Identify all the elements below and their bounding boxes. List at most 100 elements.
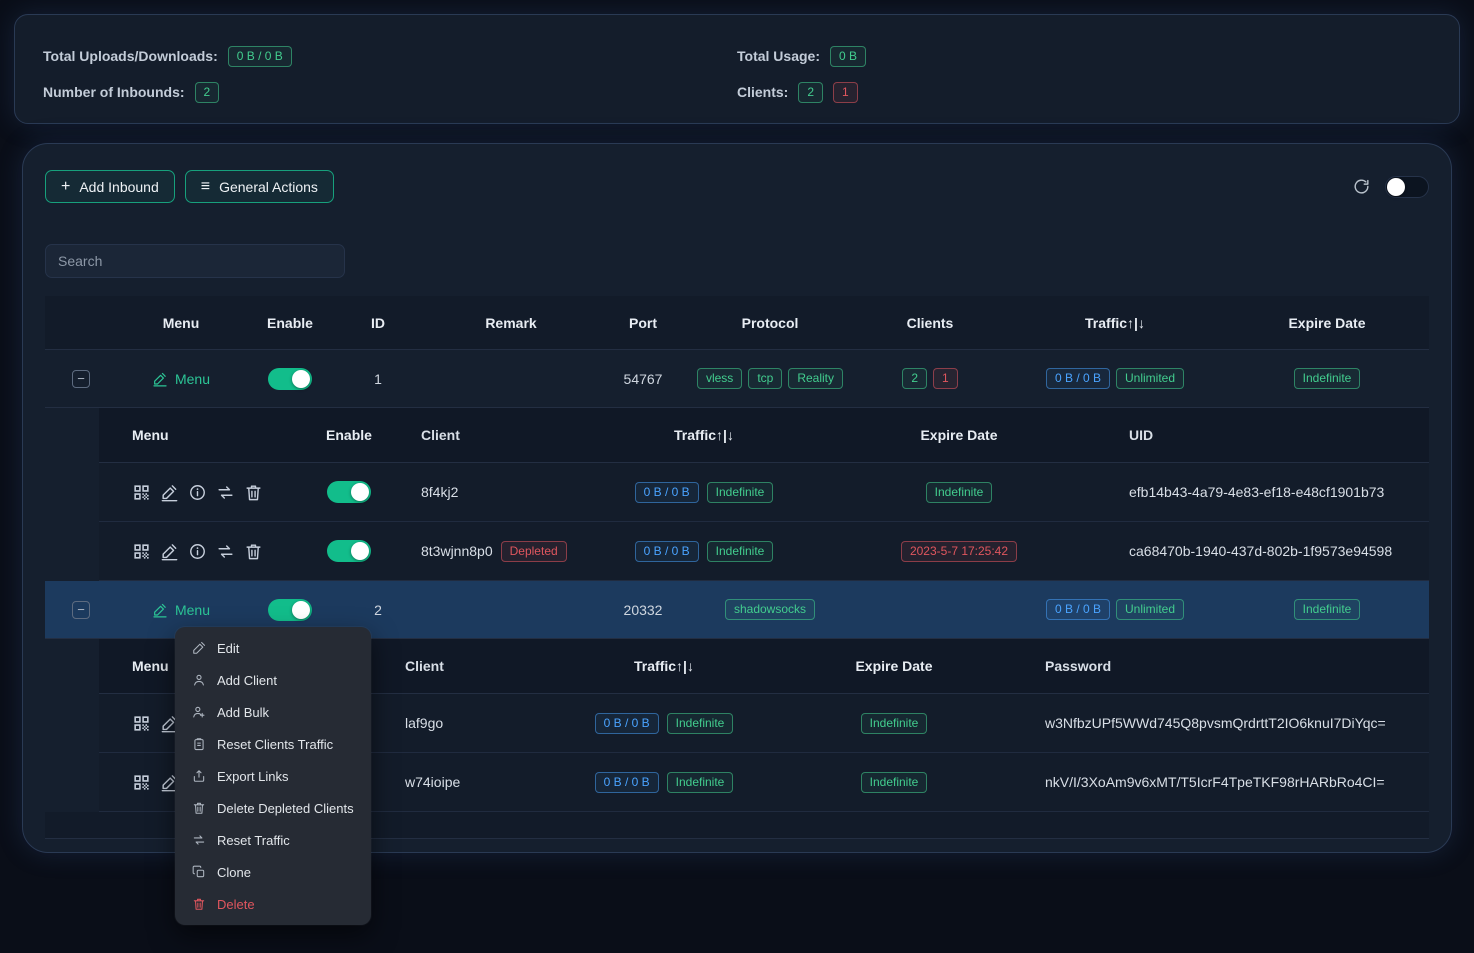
stat-usage-label: Total Usage: xyxy=(737,48,820,64)
expire-badge: Indefinite xyxy=(861,713,928,734)
toggle-knob xyxy=(1387,178,1405,196)
context-menu-label: Clone xyxy=(217,865,251,880)
inbound-2-port: 20332 xyxy=(601,581,685,638)
context-menu-item-delete[interactable]: Delete xyxy=(175,888,371,920)
depleted-badge: Depleted xyxy=(501,541,567,562)
col-clients: Clients xyxy=(855,296,1005,349)
client-expire: 2023-5-7 17:25:42 xyxy=(829,522,1089,580)
col-expire-date: Expire Date xyxy=(779,639,1009,693)
col-traffic-sort[interactable]: Traffic↑|↓ xyxy=(1005,296,1225,349)
traffic-badge: 0 B / 0 B xyxy=(595,713,659,734)
list-lines-icon: ≡ xyxy=(201,179,210,195)
delete-client-icon[interactable] xyxy=(244,483,263,502)
stats-card: Total Uploads/Downloads: 0 B / 0 B Total… xyxy=(14,14,1460,124)
add-inbound-button[interactable]: + Add Inbound xyxy=(45,170,175,203)
client-password: nkV/I/3XoAm9v6xMT/T5IcrF4TpeTKF98rHARbRo… xyxy=(1009,753,1429,811)
context-menu-item-export-links[interactable]: Export Links xyxy=(175,760,371,792)
client-name: 8f4kj2 xyxy=(399,463,579,521)
reset-traffic-icon[interactable] xyxy=(216,542,235,561)
col-id: ID xyxy=(335,296,421,349)
inbound-context-menu: Edit Add Client Add Bulk Reset Clients T… xyxy=(175,627,371,925)
edit-pencil-icon xyxy=(152,602,168,618)
client-name: w74ioipe xyxy=(389,753,549,811)
col-enable: Enable xyxy=(299,408,399,462)
inbound-1-clients-subtable: Menu Enable Client Traffic↑|↓ Expire Dat… xyxy=(45,408,1429,581)
swap-arrows-icon xyxy=(192,833,206,847)
col-remark: Remark xyxy=(421,296,601,349)
delete-client-icon[interactable] xyxy=(244,542,263,561)
stat-inbounds-value-badge: 2 xyxy=(195,82,220,103)
inbound-2-expire: Indefinite xyxy=(1225,581,1429,638)
protocol-badge: shadowsocks xyxy=(725,599,815,620)
context-menu-label: Add Client xyxy=(217,673,277,688)
reset-traffic-icon[interactable] xyxy=(216,483,235,502)
clients-active-badge: 2 xyxy=(902,368,927,389)
context-menu-item-add-bulk[interactable]: Add Bulk xyxy=(175,696,371,728)
protocol-badge: tcp xyxy=(748,368,782,389)
edit-client-icon[interactable] xyxy=(160,542,179,561)
qrcode-icon[interactable] xyxy=(132,542,151,561)
stat-total-usage: Total Usage: 0 B xyxy=(737,43,1431,69)
client-uid: ca68470b-1940-437d-802b-1f9573e94598 xyxy=(1089,522,1429,580)
client-enable-toggle[interactable] xyxy=(327,540,371,562)
inbound-1-port: 54767 xyxy=(601,350,685,407)
context-menu-item-edit[interactable]: Edit xyxy=(175,632,371,664)
col-expand xyxy=(45,296,117,349)
toggle-knob xyxy=(351,483,369,501)
inbound-1-enable-toggle[interactable] xyxy=(268,368,312,390)
traffic-badge: 0 B / 0 B xyxy=(1046,368,1110,389)
context-menu-item-reset-traffic[interactable]: Reset Traffic xyxy=(175,824,371,856)
traffic-limit-badge: Indefinite xyxy=(707,482,774,503)
protocol-badge: vless xyxy=(697,368,742,389)
context-menu-label: Delete Depleted Clients xyxy=(217,801,354,816)
info-icon[interactable] xyxy=(188,483,207,502)
col-uid: UID xyxy=(1089,408,1429,462)
search-input[interactable] xyxy=(45,244,345,278)
info-icon[interactable] xyxy=(188,542,207,561)
export-icon xyxy=(192,769,206,783)
theme-toggle[interactable] xyxy=(1385,176,1429,198)
context-menu-item-reset-clients-traffic[interactable]: Reset Clients Traffic xyxy=(175,728,371,760)
inbound-2-enable-toggle[interactable] xyxy=(268,599,312,621)
edit-client-icon[interactable] xyxy=(160,483,179,502)
general-actions-button[interactable]: ≡ General Actions xyxy=(185,170,334,203)
context-menu-item-delete-depleted-clients[interactable]: Delete Depleted Clients xyxy=(175,792,371,824)
expire-badge: Indefinite xyxy=(861,772,928,793)
col-traffic-sort[interactable]: Traffic↑|↓ xyxy=(549,639,779,693)
inbound-2-menu-button[interactable]: Menu xyxy=(152,602,210,618)
qrcode-icon[interactable] xyxy=(132,714,151,733)
client-name: 8t3wjnn8p0 xyxy=(421,543,493,559)
add-inbound-label: Add Inbound xyxy=(79,179,158,195)
stat-inbounds-label: Number of Inbounds: xyxy=(43,84,185,100)
col-menu: Menu xyxy=(99,408,299,462)
inbound-1-menu-button[interactable]: Menu xyxy=(152,371,210,387)
col-password: Password xyxy=(1009,639,1429,693)
context-menu-item-add-client[interactable]: Add Client xyxy=(175,664,371,696)
stat-usage-value-badge: 0 B xyxy=(830,46,866,67)
context-menu-label: Add Bulk xyxy=(217,705,269,720)
client-row-8t3wjnn8p0: 8t3wjnn8p0 Depleted 0 B / 0 B Indefinite… xyxy=(99,522,1429,581)
collapse-inbound-2-button[interactable]: − xyxy=(72,601,90,619)
stat-clients-depleted-badge: 1 xyxy=(833,82,858,103)
inbound-1-clients: 2 1 xyxy=(855,350,1005,407)
toolbar: + Add Inbound ≡ General Actions xyxy=(45,170,1429,203)
copy-icon xyxy=(192,865,206,879)
client-expire: Indefinite xyxy=(829,463,1089,521)
col-client: Client xyxy=(399,408,579,462)
refresh-icon[interactable] xyxy=(1352,177,1371,196)
qrcode-icon[interactable] xyxy=(132,483,151,502)
toolbar-right xyxy=(1352,176,1429,198)
collapse-inbound-1-button[interactable]: − xyxy=(72,370,90,388)
context-menu-item-clone[interactable]: Clone xyxy=(175,856,371,888)
clients1-header-row: Menu Enable Client Traffic↑|↓ Expire Dat… xyxy=(99,408,1429,463)
client-actions xyxy=(99,522,299,580)
col-expire-date: Expire Date xyxy=(1225,296,1429,349)
client-traffic: 0 B / 0 B Indefinite xyxy=(579,463,829,521)
add-bulk-icon xyxy=(192,705,206,719)
col-menu: Menu xyxy=(117,296,245,349)
client-enable-toggle[interactable] xyxy=(327,481,371,503)
stat-uploads-label: Total Uploads/Downloads: xyxy=(43,48,218,64)
general-actions-label: General Actions xyxy=(219,179,318,195)
qrcode-icon[interactable] xyxy=(132,773,151,792)
col-traffic-sort[interactable]: Traffic↑|↓ xyxy=(579,408,829,462)
